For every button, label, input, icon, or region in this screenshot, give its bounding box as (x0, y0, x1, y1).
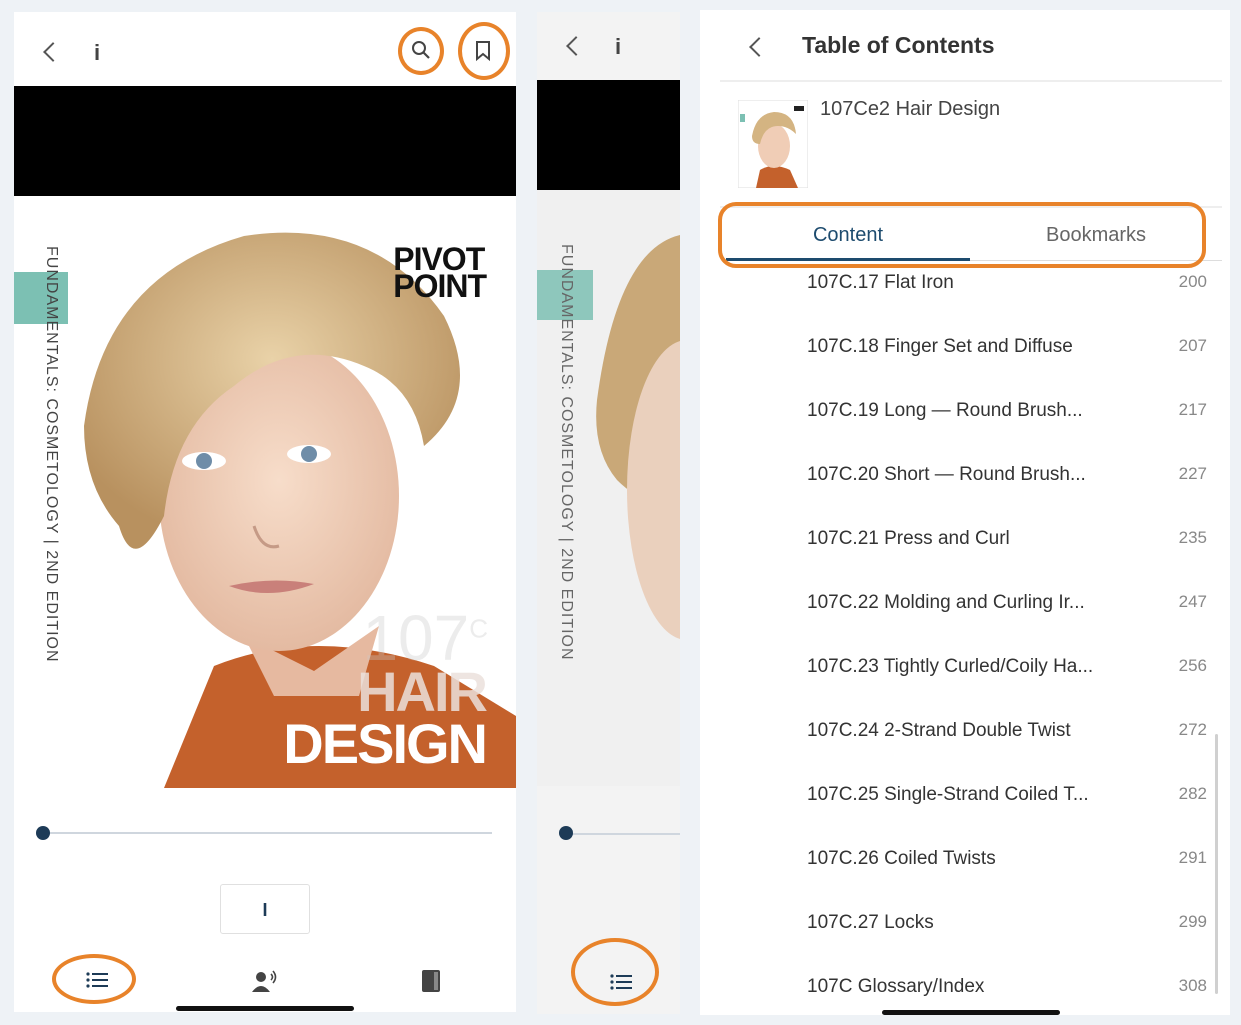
book-thumbnail[interactable] (738, 100, 808, 188)
tabs-highlight-ring (718, 202, 1206, 268)
back-chevron-icon[interactable] (43, 42, 63, 62)
toc-item[interactable]: 107C.26 Coiled Twists 291 (807, 848, 1207, 878)
toc-item[interactable]: 107C.17 Flat Iron 200 (807, 272, 1207, 302)
back-chevron-icon[interactable] (566, 36, 586, 56)
toc-item[interactable]: 107C.19 Long — Round Brush... 217 (807, 400, 1207, 430)
brand-logo: PIVOT POINT (393, 241, 487, 304)
bookmark-icon[interactable] (474, 40, 492, 62)
toc-item[interactable]: 107C.23 Tightly Curled/Coily Ha... 256 (807, 656, 1207, 686)
spine-title: FUNDAMENTALS: COSMETOLOGY | 2ND EDITION (43, 246, 60, 663)
toc-item[interactable]: 107C.25 Single-Strand Coiled T... 282 (807, 784, 1207, 814)
toc-highlight-ring (571, 938, 659, 1006)
page-slider-track[interactable] (567, 833, 680, 835)
redacted-banner (537, 80, 680, 190)
audio-person-icon[interactable] (252, 970, 278, 992)
toc-item[interactable]: 107C.24 2-Strand Double Twist 272 (807, 720, 1207, 750)
info-button[interactable]: i (94, 40, 100, 66)
toc-panel: Table of Contents 107Ce2 Hair Design Con… (700, 10, 1230, 1015)
home-indicator (882, 1010, 1060, 1015)
search-icon[interactable] (411, 40, 431, 60)
page-indicator: I (220, 884, 310, 934)
page-slider-knob[interactable] (559, 826, 573, 840)
toc-item[interactable]: 107C.18 Finger Set and Diffuse 207 (807, 336, 1207, 366)
toc-list-icon[interactable] (610, 974, 632, 990)
home-indicator (176, 1006, 354, 1011)
book-cover[interactable]: FUNDAMENTALS: COSMETOLOGY | 2ND EDITION … (14, 196, 516, 788)
toc-item[interactable]: 107C Glossary/Index 308 (807, 976, 1207, 1006)
back-chevron-icon[interactable] (749, 37, 769, 57)
toc-title: Table of Contents (802, 32, 995, 58)
info-button[interactable]: i (615, 34, 621, 60)
toc-item[interactable]: 107C.22 Molding and Curling Ir... 247 (807, 592, 1207, 622)
scrollbar[interactable] (1215, 734, 1218, 994)
toc-item[interactable]: 107C.20 Short — Round Brush... 227 (807, 464, 1207, 494)
page-slider-track[interactable] (42, 832, 492, 834)
toc-item[interactable]: 107C.27 Locks 299 (807, 912, 1207, 942)
book-cover-partial: FUNDAMENTALS: COSMETOLOGY | 2ND EDITION (537, 190, 680, 786)
page-slider-knob[interactable] (36, 826, 50, 840)
spine-title: FUNDAMENTALS: COSMETOLOGY | 2ND EDITION (558, 244, 575, 661)
cover-title: HAIR DESIGN (283, 660, 488, 775)
book-icon[interactable] (422, 970, 440, 992)
reader-background-panel: i FUNDAMENTALS: COSMETOLOGY | 2ND EDITIO… (537, 12, 680, 1014)
redacted-banner (14, 86, 516, 196)
header-divider (720, 80, 1222, 82)
reader-panel: i FUNDAMENTALS: COSMETOLOGY | 2ND EDITIO… (14, 12, 516, 1012)
book-name: 107Ce2 Hair Design (820, 98, 1001, 120)
toc-item[interactable]: 107C.21 Press and Curl 235 (807, 528, 1207, 558)
toc-list-icon[interactable] (86, 972, 108, 988)
